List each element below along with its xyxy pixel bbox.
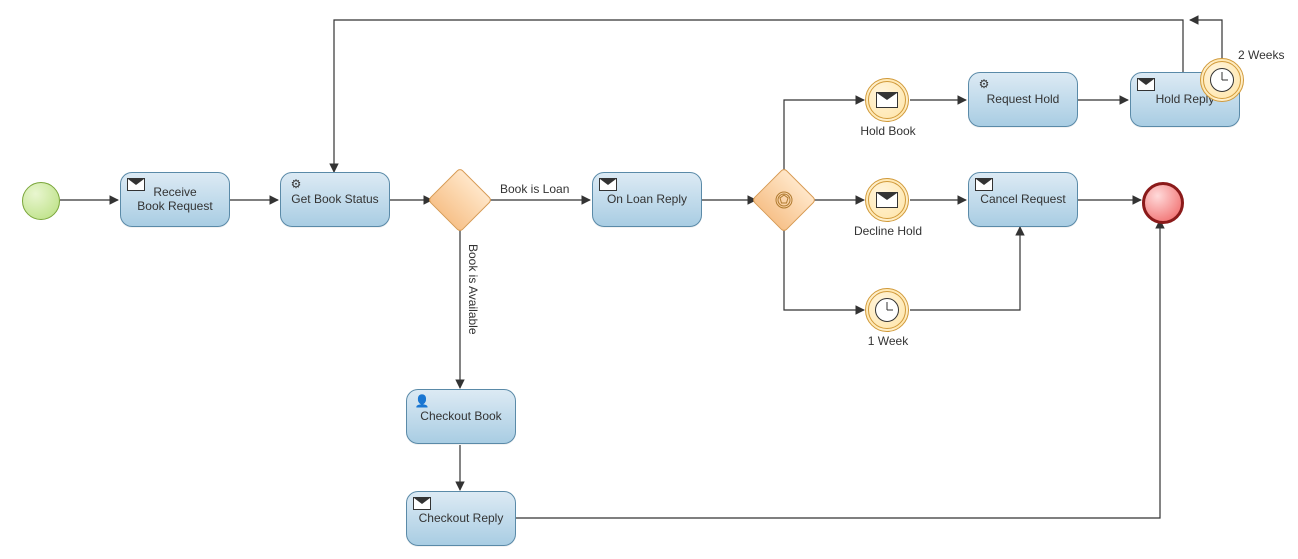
task-cancel-request: Cancel Request (968, 172, 1078, 227)
task-label: Cancel Request (980, 193, 1065, 207)
task-label: Get Book Status (291, 193, 378, 207)
task-label: Receive Book Request (137, 186, 212, 214)
event-label: 2 Weeks (1238, 48, 1298, 62)
message-icon (1137, 77, 1155, 91)
task-on-loan-reply: On Loan Reply (592, 172, 702, 227)
start-event (22, 182, 60, 220)
task-label: On Loan Reply (607, 193, 687, 207)
task-request-hold: ⚙ Request Hold (968, 72, 1078, 127)
task-get-book-status: ⚙ Get Book Status (280, 172, 390, 227)
event-1-week (865, 288, 909, 332)
task-receive-book-request: Receive Book Request (120, 172, 230, 227)
task-label: Checkout Book (420, 410, 501, 424)
event-label: 1 Week (843, 334, 933, 348)
user-icon: 👤 (413, 394, 431, 408)
task-label: Checkout Reply (419, 512, 504, 526)
task-checkout-book: 👤 Checkout Book (406, 389, 516, 444)
event-label: Decline Hold (843, 224, 933, 238)
gear-icon: ⚙ (287, 177, 305, 191)
edge-label-book-is-available: Book is Available (466, 244, 480, 335)
task-label: Request Hold (987, 93, 1060, 107)
gear-icon: ⚙ (975, 77, 993, 91)
message-icon (599, 177, 617, 191)
end-event-terminate (1142, 182, 1184, 224)
diagram-canvas: Receive Book Request ⚙ Get Book Status O… (0, 0, 1298, 559)
gateway-exclusive (427, 167, 492, 232)
task-checkout-reply: Checkout Reply (406, 491, 516, 546)
event-hold-book (865, 78, 909, 122)
message-icon (413, 496, 431, 510)
message-icon (127, 177, 145, 191)
event-decline-hold (865, 178, 909, 222)
edge-label-book-is-loan: Book is Loan (500, 182, 569, 196)
boundary-event-2-weeks (1200, 58, 1244, 102)
message-icon (975, 177, 993, 191)
gateway-event-based (751, 167, 816, 232)
event-label: Hold Book (843, 124, 933, 138)
pentagon-icon (775, 191, 793, 209)
sequence-flows (0, 0, 1298, 559)
